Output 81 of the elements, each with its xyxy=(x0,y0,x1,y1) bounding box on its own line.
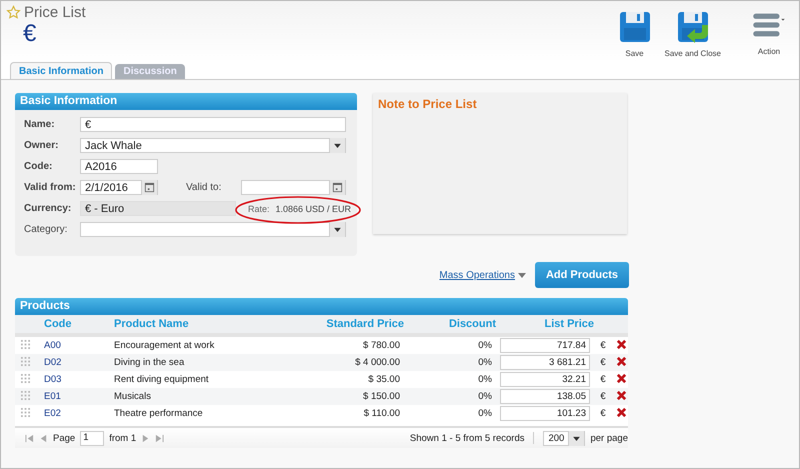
action-button[interactable]: Action xyxy=(749,11,789,56)
table-cell: 0% xyxy=(478,340,492,351)
field-label: Valid from: xyxy=(24,182,77,193)
table-cell: € xyxy=(600,374,606,385)
table-cell: Theatre performance xyxy=(114,408,203,419)
table-cell: $ 35.00 xyxy=(368,374,400,385)
panel-header: Basic Information xyxy=(15,93,357,110)
currency-symbol: € xyxy=(23,21,36,47)
table-cell: € xyxy=(600,391,606,402)
table-cell: 0% xyxy=(478,391,492,402)
caret-icon[interactable] xyxy=(329,222,345,237)
table-cell: $ 4 000.00 xyxy=(355,357,400,368)
list-price-field[interactable]: 101.23 xyxy=(500,406,590,421)
per-page-label: per page xyxy=(590,432,628,444)
mass-operations-link[interactable]: Mass Operations xyxy=(439,270,515,280)
field-label: Owner: xyxy=(24,140,60,151)
list-price-field[interactable]: 138.05 xyxy=(500,389,590,404)
list-price-field[interactable]: 3 681.21 xyxy=(500,355,590,370)
drag-handle-icon[interactable] xyxy=(21,356,30,366)
table-cell: A00 xyxy=(44,340,61,351)
table-cell: D02 xyxy=(44,357,62,368)
field-label: Category: xyxy=(24,224,68,235)
delete-icon[interactable] xyxy=(616,372,627,384)
rate-value: 1.0866 USD / EUR xyxy=(276,204,352,214)
delete-icon[interactable] xyxy=(616,338,627,350)
list-price-field[interactable]: 717.84 xyxy=(500,338,590,353)
table-cell: D03 xyxy=(44,374,62,385)
drag-handle-icon[interactable] xyxy=(21,374,30,382)
calendar-icon[interactable] xyxy=(141,180,157,195)
table-cell: Musicals xyxy=(114,391,151,402)
table-cell: € xyxy=(600,340,606,351)
page-count: from 1 xyxy=(109,432,136,444)
caret-icon[interactable] xyxy=(329,138,345,153)
drag-handle-icon[interactable] xyxy=(21,340,30,348)
delete-icon[interactable] xyxy=(616,390,627,400)
table-cell: Encouragement at work xyxy=(114,340,214,351)
valid-from-field[interactable]: 2/1/2016 xyxy=(80,180,158,195)
table-cell: 0% xyxy=(478,357,492,368)
delete-icon[interactable] xyxy=(616,406,627,418)
table-cell: 0% xyxy=(478,408,492,419)
previous-page-icon[interactable] xyxy=(39,434,48,442)
code-field[interactable]: A2016 xyxy=(80,159,158,174)
drag-handle-icon[interactable] xyxy=(21,390,30,400)
field-label: Valid to: xyxy=(186,182,222,193)
last-page-icon[interactable] xyxy=(155,434,164,442)
table-cell: Rent diving equipment xyxy=(114,374,209,385)
category-select[interactable] xyxy=(80,222,346,237)
caret-icon[interactable] xyxy=(568,430,584,446)
name-field[interactable]: € xyxy=(80,117,346,132)
delete-icon[interactable] xyxy=(616,356,627,366)
toolbar-button[interactable]: Save and Close xyxy=(664,11,721,58)
table-cell: E02 xyxy=(44,408,61,419)
toolbar-button[interactable]: Save xyxy=(614,11,655,58)
records-summary: Shown 1 - 5 from 5 records xyxy=(410,432,524,444)
table-cell: € xyxy=(600,357,606,368)
table-cell: $ 780.00 xyxy=(363,340,400,351)
star-icon[interactable] xyxy=(6,5,21,20)
table-cell: € xyxy=(600,408,606,419)
table-cell: 0% xyxy=(478,374,492,385)
table-cell: Diving in the sea xyxy=(114,357,184,368)
list-price-field[interactable]: 32.21 xyxy=(500,372,590,387)
field-label: Currency: xyxy=(24,203,72,214)
page-title: Price List xyxy=(24,4,86,21)
panel-header: Products xyxy=(15,298,628,315)
next-page-icon[interactable] xyxy=(141,434,150,442)
field-label: Code: xyxy=(24,161,54,172)
table-cell: $ 150.00 xyxy=(363,391,400,402)
field-label: Name: xyxy=(24,119,56,130)
valid-to-field[interactable] xyxy=(241,180,346,195)
currency-field: € - Euro xyxy=(80,201,236,216)
rate-label: Rate: xyxy=(248,204,270,214)
table-cell: E01 xyxy=(44,391,61,402)
owner-select[interactable]: Jack Whale xyxy=(80,138,346,153)
calendar-icon[interactable] xyxy=(329,180,345,195)
page-field[interactable]: 1 xyxy=(80,430,104,446)
table-cell: $ 110.00 xyxy=(364,408,400,419)
per-page-select[interactable]: 200 xyxy=(543,430,586,446)
note-title: Note to Price List xyxy=(378,97,477,111)
page-label: Page xyxy=(53,432,76,444)
drag-handle-icon[interactable] xyxy=(21,408,30,416)
first-page-icon[interactable] xyxy=(25,434,34,442)
